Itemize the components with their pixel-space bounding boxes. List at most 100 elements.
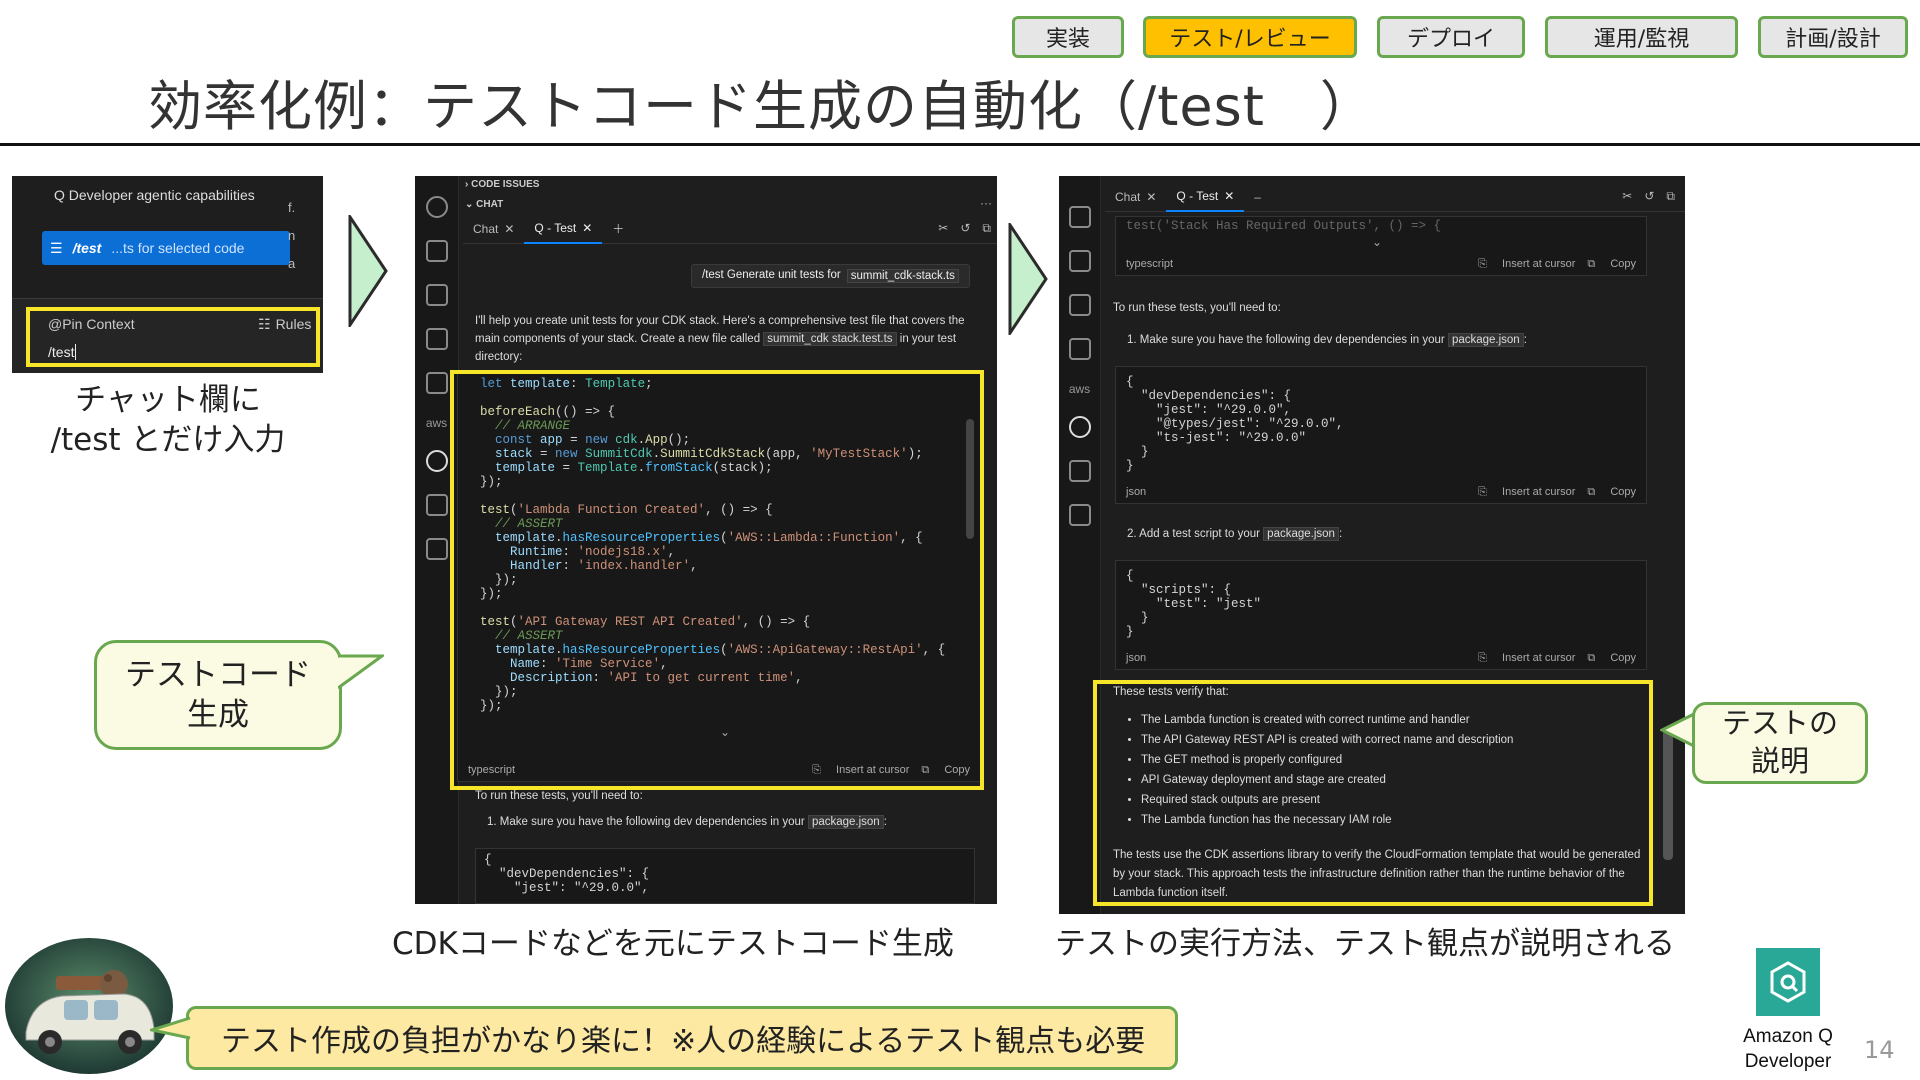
run-step-1: 1. Make sure you have the following dev … (487, 815, 887, 829)
menu-heading: Q Developer agentic capabilities (54, 187, 255, 203)
tab-chat[interactable]: Chat ✕ (463, 214, 524, 244)
amazon-q-label: Amazon Q Developer (1743, 1026, 1833, 1072)
amazon-q-icon (1770, 961, 1806, 1003)
package-icon[interactable] (425, 538, 448, 560)
phase-tab-planning: 計画/設計 (1758, 16, 1908, 58)
phase-tab-deploy: デプロイ (1377, 16, 1525, 58)
phase-tab-test-review: テスト/レビュー (1143, 16, 1357, 58)
chat-scrollbar[interactable] (1663, 730, 1673, 860)
package-icon[interactable] (1068, 504, 1091, 526)
phase-tab-implementation: 実装 (1012, 16, 1124, 58)
scripts-code-block: { "scripts": { "test": "jest" } } json ⎘… (1115, 560, 1647, 670)
verify-heading: These tests verify that: (1113, 686, 1229, 698)
close-icon[interactable]: ✕ (582, 221, 592, 235)
screenshot-test-explanation: aws Chat ✕ Q - Test ✕ – ✂ ↺ ⧉ test('Stack Ha… (1059, 176, 1685, 914)
caption-generate-from-cdk: CDKコードなどを元にテストコード生成 (392, 926, 954, 962)
test-command-item[interactable]: ☰ /test ...ts for selected code (42, 231, 290, 265)
run-debug-icon[interactable] (1068, 250, 1091, 272)
history-icon[interactable]: ↺ (1644, 189, 1654, 204)
rules-button[interactable]: ☷ Rules (258, 316, 311, 333)
list-item: Required stack outputs are present (1141, 790, 1661, 810)
command-description: ...ts for selected code (111, 240, 245, 256)
remote-explorer-icon[interactable] (425, 328, 448, 350)
generated-code-block: let template: Template; beforeEach(() =>… (457, 372, 981, 782)
code-content: let template: Template; beforeEach(() =>… (480, 377, 946, 713)
open-editor-icon[interactable]: ⧉ (982, 221, 991, 236)
pin-icon[interactable]: ✂ (1622, 189, 1632, 204)
run-heading: To run these tests, you'll need to: (475, 790, 643, 802)
tab-q-test[interactable]: Q - Test ✕ (1166, 182, 1245, 212)
aws-icon[interactable]: aws (1059, 382, 1100, 396)
arrow-right-icon (1008, 223, 1048, 335)
chevron-down-icon[interactable]: ⌄ (1372, 235, 1382, 249)
chevron-down-icon[interactable]: ⌄ (720, 725, 730, 739)
clipped-text: f. n a (288, 200, 296, 271)
copy-button[interactable]: ⧉ Copy (1587, 486, 1636, 498)
source-control-icon[interactable] (1068, 206, 1091, 228)
code-scrollbar[interactable] (966, 419, 974, 539)
callout-test-code-generation: テストコード 生成 (94, 640, 342, 750)
insert-at-cursor-button[interactable]: ⎘ Insert at cursor (1478, 258, 1575, 270)
insert-at-cursor-button[interactable]: ⎘ Insert at cursor (1478, 652, 1575, 664)
aws-icon[interactable]: aws (415, 416, 458, 430)
robot-icon[interactable] (425, 494, 448, 516)
chat-section[interactable]: ⌄ CHAT (465, 199, 503, 210)
insert-at-cursor-button[interactable]: ⎘ Insert at cursor (1478, 486, 1575, 498)
source-control-icon[interactable] (425, 240, 448, 262)
list-item: The Lambda function has the necessary IA… (1141, 810, 1661, 830)
tab-q-test[interactable]: Q - Test ✕ (524, 214, 603, 244)
list-item: The API Gateway REST API is created with… (1141, 730, 1661, 750)
close-icon[interactable]: ✕ (504, 222, 514, 236)
chat-tab-bar: Chat ✕ Q - Test ✕ – ✂ ↺ ⧉ (1105, 182, 1685, 212)
minimize-icon[interactable]: – (1244, 182, 1271, 212)
list-item: API Gateway deployment and stage are cre… (1141, 770, 1661, 790)
code-language-label: typescript (1126, 258, 1174, 270)
activity-bar: aws (1059, 176, 1101, 914)
list-icon: ☰ (50, 239, 63, 256)
extensions-icon[interactable] (425, 372, 448, 394)
screenshot-generated-test: aws › CODE ISSUES ⌄ CHAT ··· Chat ✕ Q - T… (415, 176, 997, 904)
chat-tab-bar: Chat ✕ Q - Test ✕ ＋ ✂ ↺ ⧉ (463, 214, 997, 244)
copy-button[interactable]: ⧉ Copy (1587, 652, 1636, 664)
command-name: /test (72, 240, 102, 256)
amazon-q-icon[interactable] (425, 450, 448, 472)
tab-chat[interactable]: Chat ✕ (1105, 182, 1166, 212)
more-icon[interactable]: ··· (980, 196, 992, 210)
robot-icon[interactable] (1068, 460, 1091, 482)
pin-context-button[interactable]: @Pin Context (48, 316, 135, 332)
code-language-label: typescript (468, 764, 516, 776)
code-issues-section[interactable]: › CODE ISSUES (465, 179, 539, 190)
new-tab-button[interactable]: ＋ (602, 214, 634, 244)
copy-button[interactable]: ⧉ Copy (921, 764, 970, 776)
previous-code-block: test('Stack Has Required Outputs', () =>… (1115, 216, 1647, 276)
verify-list: The Lambda function is created with corr… (1141, 710, 1661, 830)
open-editor-icon[interactable]: ⧉ (1666, 189, 1675, 204)
note-pointer (150, 1016, 191, 1040)
callout-test-explanation: テストの 説明 (1692, 702, 1868, 784)
pin-icon[interactable]: ✂ (938, 221, 948, 236)
close-icon[interactable]: ✕ (1146, 190, 1156, 204)
assistant-reply: I'll help you create unit tests for your… (475, 315, 965, 363)
callout-pointer (1660, 712, 1695, 748)
dependencies-code-block: { "devDependencies": { "jest": "^29.0.0"… (1115, 366, 1647, 504)
mascot-car-illustration (5, 938, 173, 1074)
insert-at-cursor-button[interactable]: ⎘ Insert at cursor (812, 764, 909, 776)
amazon-q-icon[interactable] (1068, 416, 1091, 438)
copy-button[interactable]: ⧉ Copy (1587, 258, 1636, 270)
chat-input[interactable]: /test (48, 344, 77, 360)
run-debug-icon[interactable] (425, 284, 448, 306)
remote-explorer-icon[interactable] (1068, 294, 1091, 316)
caption-explain-tests: テストの実行方法、テスト観点が説明される (1055, 926, 1675, 962)
run-heading: To run these tests, you'll need to: (1113, 302, 1281, 314)
history-icon[interactable]: ↺ (960, 221, 970, 236)
code-language-label: json (1126, 486, 1147, 498)
close-icon[interactable]: ✕ (1224, 189, 1234, 203)
search-icon[interactable] (425, 196, 448, 218)
activity-bar: aws (415, 176, 459, 904)
page-number: 14 (1864, 1036, 1895, 1064)
phase-tab-operations: 運用/監視 (1545, 16, 1738, 58)
verify-summary: The tests use the CDK assertions library… (1113, 849, 1641, 899)
extensions-icon[interactable] (1068, 338, 1091, 360)
amazon-q-logo (1756, 948, 1820, 1016)
title-divider (0, 143, 1920, 146)
